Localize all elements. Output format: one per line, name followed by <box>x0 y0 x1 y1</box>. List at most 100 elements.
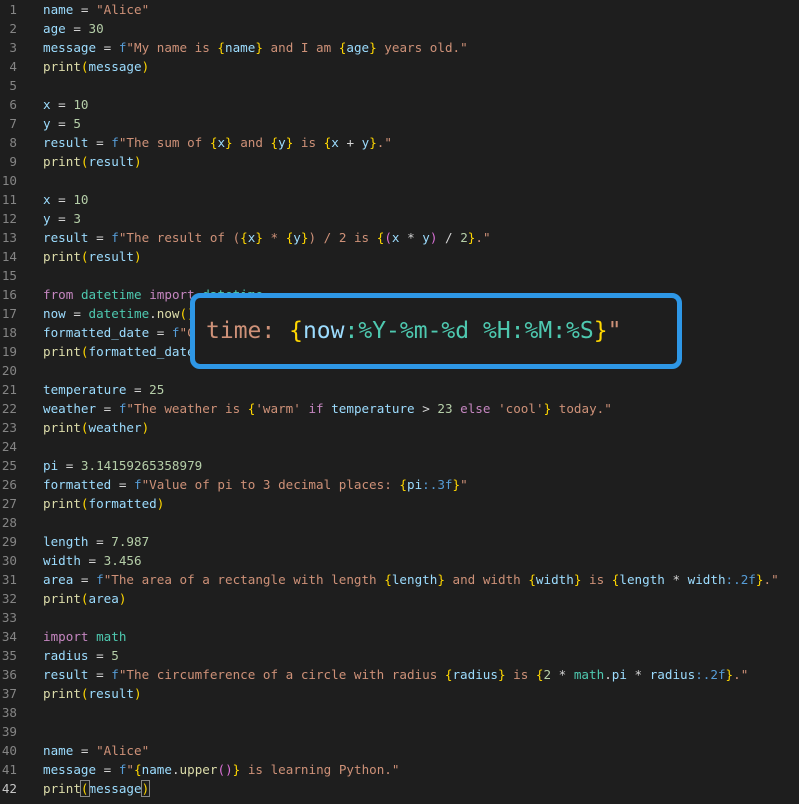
code-line[interactable]: 11 x = 10 <box>0 190 799 209</box>
code-text[interactable]: length = 7.987 <box>43 532 149 551</box>
code-line[interactable]: 38 <box>0 703 799 722</box>
code-token: print <box>43 591 81 606</box>
code-text[interactable]: print(formatted) <box>43 494 164 513</box>
code-token: { <box>535 667 544 682</box>
code-line[interactable]: 7 y = 5 <box>0 114 799 133</box>
code-token: 7.987 <box>111 534 150 549</box>
code-text[interactable]: print(result) <box>43 684 142 703</box>
code-line[interactable]: 25 pi = 3.14159265358979 <box>0 456 799 475</box>
code-token: = <box>96 401 119 416</box>
code-token: weather <box>43 401 97 416</box>
code-line[interactable]: 31 area = f"The area of a rectangle with … <box>0 570 799 589</box>
code-text[interactable]: y = 5 <box>43 114 81 133</box>
code-token: = <box>88 230 112 245</box>
code-line[interactable]: 1 name = "Alice" <box>0 0 799 19</box>
code-line[interactable]: 30 width = 3.456 <box>0 551 799 570</box>
zoom-token: " <box>607 318 622 344</box>
code-line[interactable]: 35 radius = 5 <box>0 646 799 665</box>
code-line[interactable]: 14 print(result) <box>0 247 799 266</box>
code-line[interactable]: 39 <box>0 722 799 741</box>
code-text[interactable]: print(message) <box>43 57 149 76</box>
code-text[interactable]: print(formatted_date) <box>43 342 202 361</box>
code-line[interactable]: 41 message = f"{name.upper()} is learning… <box>0 760 799 779</box>
code-token: } <box>369 135 377 150</box>
code-text[interactable]: import math <box>43 627 126 646</box>
code-text[interactable]: x = 10 <box>43 190 89 209</box>
code-token: ) <box>134 154 142 169</box>
code-line[interactable]: 32 print(area) <box>0 589 799 608</box>
code-token: y <box>293 230 301 245</box>
code-line[interactable]: 33 <box>0 608 799 627</box>
code-text[interactable]: print(result) <box>43 247 142 266</box>
code-text[interactable]: result = f"The circumference of a circle… <box>43 665 748 684</box>
code-text[interactable]: message = f"{name.upper()} is learning P… <box>43 760 399 779</box>
code-token: if <box>308 401 324 416</box>
code-text[interactable]: weather = f"The weather is {'warm' if te… <box>43 399 612 418</box>
code-token: / <box>437 230 461 245</box>
code-text[interactable]: y = 3 <box>43 209 81 228</box>
code-line[interactable]: 36 result = f"The circumference of a circ… <box>0 665 799 684</box>
code-token: = <box>73 572 97 587</box>
code-token: f <box>111 135 119 150</box>
code-text[interactable]: result = f"The result of ({x} * {y}) / 2… <box>43 228 491 247</box>
code-token: * <box>626 667 650 682</box>
code-line[interactable]: 12 y = 3 <box>0 209 799 228</box>
code-text[interactable]: radius = 5 <box>43 646 119 665</box>
line-number: 30 <box>1 553 17 568</box>
code-token: ) / 2 is <box>308 230 377 245</box>
code-text[interactable]: now = datetime.now() <box>43 304 195 323</box>
code-token: message <box>88 59 142 74</box>
code-line[interactable]: 8 result = f"The sum of {x} and {y} is {x… <box>0 133 799 152</box>
code-token: . <box>149 306 157 321</box>
code-line[interactable]: 2 age = 30 <box>0 19 799 38</box>
code-text[interactable]: name = "Alice" <box>43 741 149 760</box>
code-line[interactable]: 15 <box>0 266 799 285</box>
code-text[interactable]: x = 10 <box>43 95 89 114</box>
code-line[interactable]: 10 <box>0 171 799 190</box>
code-line[interactable]: 5 <box>0 76 799 95</box>
code-token: "The area of a rectangle with length <box>103 572 385 587</box>
code-line[interactable]: 40 name = "Alice" <box>0 741 799 760</box>
code-text[interactable]: print(area) <box>43 589 126 608</box>
code-text[interactable]: temperature = 25 <box>43 380 164 399</box>
code-line[interactable]: 3 message = f"My name is {name} and I am … <box>0 38 799 57</box>
code-token: 5 <box>73 116 81 131</box>
code-line[interactable]: 26 formatted = f"Value of pi to 3 decimal… <box>0 475 799 494</box>
code-token: :.3f <box>422 477 453 492</box>
zoomed-code-popup: time: {now:%Y-%m-%d %H:%M:%S} " <box>190 293 682 369</box>
code-line[interactable]: 28 <box>0 513 799 532</box>
code-line[interactable]: 9 print(result) <box>0 152 799 171</box>
code-text[interactable]: pi = 3.14159265358979 <box>43 456 202 475</box>
code-token: * <box>399 230 423 245</box>
code-line[interactable]: 23 print(weather) <box>0 418 799 437</box>
code-line[interactable]: 21 temperature = 25 <box>0 380 799 399</box>
code-token: = <box>50 97 74 112</box>
code-text[interactable]: age = 30 <box>43 19 104 38</box>
code-line[interactable]: 13 result = f"The result of ({x} * {y}) /… <box>0 228 799 247</box>
code-line[interactable]: 37 print(result) <box>0 684 799 703</box>
code-line[interactable]: 34 import math <box>0 627 799 646</box>
code-text[interactable]: message = f"My name is {name} and I am {… <box>43 38 468 57</box>
code-line[interactable]: 22 weather = f"The weather is {'warm' if … <box>0 399 799 418</box>
code-line[interactable]: 29 length = 7.987 <box>0 532 799 551</box>
code-text[interactable]: width = 3.456 <box>43 551 142 570</box>
code-text[interactable]: area = f"The area of a rectangle with le… <box>43 570 779 589</box>
code-line[interactable]: 6 x = 10 <box>0 95 799 114</box>
code-text[interactable]: result = f"The sum of {x} and {y} is {x … <box>43 133 392 152</box>
code-text[interactable]: formatted = f"Value of pi to 3 decimal p… <box>43 475 468 494</box>
code-line[interactable]: 27 print(formatted) <box>0 494 799 513</box>
code-text[interactable]: print(message) <box>43 779 151 798</box>
code-token: result <box>43 135 89 150</box>
code-line[interactable]: 4 print(message) <box>0 57 799 76</box>
code-token: weather <box>88 420 142 435</box>
code-text[interactable]: print(result) <box>43 152 142 171</box>
code-line[interactable]: 42 print(message) <box>0 779 799 798</box>
code-text[interactable]: name = "Alice" <box>43 0 149 19</box>
code-editor[interactable]: 1 name = "Alice" 2 age = 30 3 message = f"My … <box>0 0 799 804</box>
code-token: ( <box>80 344 89 359</box>
code-token: area <box>88 591 119 606</box>
code-text[interactable]: print(weather) <box>43 418 149 437</box>
code-token: x <box>43 97 51 112</box>
code-token: import <box>149 287 195 302</box>
code-line[interactable]: 24 <box>0 437 799 456</box>
